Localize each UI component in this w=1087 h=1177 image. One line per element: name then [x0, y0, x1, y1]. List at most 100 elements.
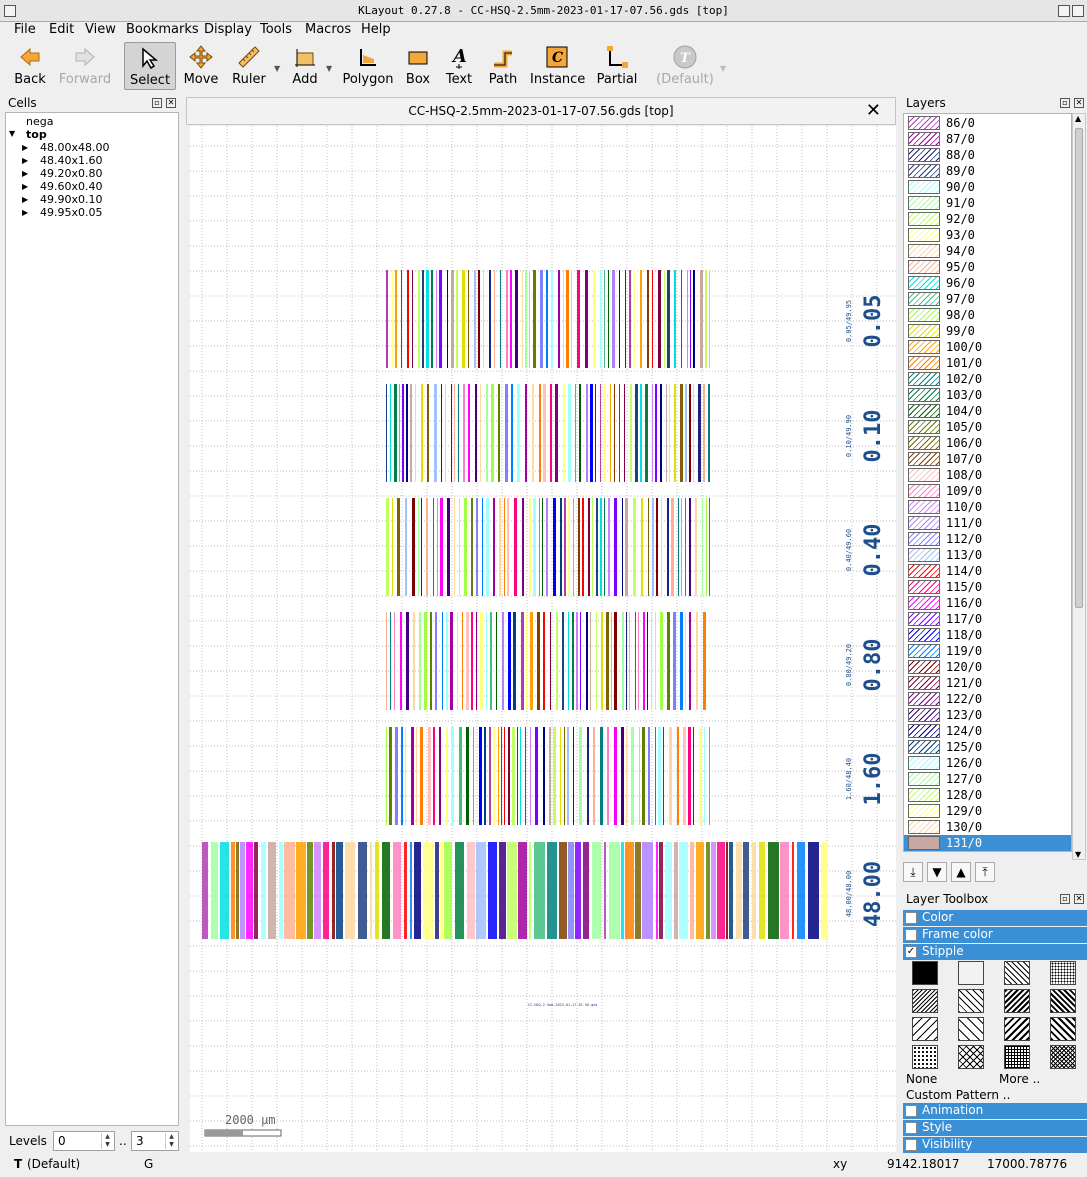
- close-panel-icon[interactable]: ✕: [166, 98, 176, 108]
- cell-top[interactable]: top: [26, 128, 47, 141]
- menu-help[interactable]: Help: [361, 22, 391, 37]
- instance-tool-button[interactable]: C Instance: [530, 42, 585, 90]
- expand-arrow-icon[interactable]: ▶: [22, 169, 28, 178]
- menu-view[interactable]: View: [85, 22, 116, 37]
- add-dropdown-icon[interactable]: ▼: [326, 64, 332, 73]
- layer-row[interactable]: 120/0: [904, 659, 1071, 675]
- expand-arrow-icon[interactable]: ▼: [9, 129, 15, 138]
- layer-row[interactable]: 107/0: [904, 451, 1071, 467]
- layer-row[interactable]: 86/0: [904, 115, 1071, 131]
- menu-display[interactable]: Display: [204, 22, 252, 37]
- layer-list-scrollbar[interactable]: ▲ ▼: [1072, 113, 1086, 860]
- checkbox-icon[interactable]: [905, 1139, 917, 1151]
- layer-row[interactable]: 88/0: [904, 147, 1071, 163]
- partial-tool-button[interactable]: Partial: [594, 42, 640, 90]
- checkbox-icon[interactable]: [905, 929, 917, 941]
- box-tool-button[interactable]: Box: [400, 42, 436, 90]
- layer-row[interactable]: 96/0: [904, 275, 1071, 291]
- layer-row[interactable]: 94/0: [904, 243, 1071, 259]
- stipple-swatch[interactable]: [1004, 961, 1030, 985]
- layer-row[interactable]: 129/0: [904, 803, 1071, 819]
- stipple-swatch[interactable]: [912, 961, 938, 985]
- stipple-swatch[interactable]: [958, 1045, 984, 1069]
- layer-row[interactable]: 105/0: [904, 419, 1071, 435]
- layer-row[interactable]: 91/0: [904, 195, 1071, 211]
- custom-pattern-button[interactable]: Custom Pattern ..: [906, 1088, 1010, 1102]
- layer-row[interactable]: 126/0: [904, 755, 1071, 771]
- menu-macros[interactable]: Macros: [305, 22, 351, 37]
- toolbox-stipple-section[interactable]: ✓ Stipple: [903, 944, 1087, 960]
- layer-row[interactable]: 89/0: [904, 163, 1071, 179]
- stipple-more-button[interactable]: More ..: [999, 1072, 1040, 1086]
- layer-row[interactable]: 106/0: [904, 435, 1071, 451]
- stipple-swatch[interactable]: [1050, 1045, 1076, 1069]
- stipple-swatch[interactable]: [912, 989, 938, 1013]
- scroll-down-icon[interactable]: ▼: [1075, 850, 1081, 859]
- layer-row[interactable]: 123/0: [904, 707, 1071, 723]
- menu-tools[interactable]: Tools: [260, 22, 292, 37]
- toolbox-color-section[interactable]: Color: [903, 910, 1087, 926]
- move-tool-button[interactable]: Move: [180, 42, 222, 90]
- layer-row[interactable]: 101/0: [904, 355, 1071, 371]
- levels-from-spinbox[interactable]: 0 ▲ ▼: [53, 1131, 115, 1151]
- layer-row[interactable]: 127/0: [904, 771, 1071, 787]
- menu-edit[interactable]: Edit: [49, 22, 74, 37]
- layer-row[interactable]: 114/0: [904, 563, 1071, 579]
- close-panel-icon[interactable]: ✕: [1074, 98, 1084, 108]
- move-layer-top-icon[interactable]: ⤒: [975, 862, 995, 882]
- layer-row[interactable]: 115/0: [904, 579, 1071, 595]
- close-window-icon[interactable]: [1072, 5, 1084, 17]
- cell-nega[interactable]: nega: [26, 115, 53, 128]
- move-layer-down-icon[interactable]: ▼: [927, 862, 947, 882]
- layer-row[interactable]: 92/0: [904, 211, 1071, 227]
- stipple-swatch[interactable]: [1050, 1017, 1076, 1041]
- spin-arrows-icon[interactable]: ▲ ▼: [101, 1133, 113, 1149]
- layer-row[interactable]: 112/0: [904, 531, 1071, 547]
- menu-bookmarks[interactable]: Bookmarks: [126, 22, 199, 37]
- select-tool-button[interactable]: Select: [124, 42, 176, 90]
- cell-item[interactable]: 48.40x1.60: [40, 154, 103, 167]
- layer-row[interactable]: 122/0: [904, 691, 1071, 707]
- layer-row[interactable]: 118/0: [904, 627, 1071, 643]
- stipple-swatch[interactable]: [1004, 1045, 1030, 1069]
- layer-row[interactable]: 90/0: [904, 179, 1071, 195]
- checkbox-icon[interactable]: ✓: [905, 946, 917, 958]
- layer-row[interactable]: 130/0: [904, 819, 1071, 835]
- float-panel-icon[interactable]: ▫: [1060, 894, 1070, 904]
- layer-row[interactable]: 113/0: [904, 547, 1071, 563]
- cell-item[interactable]: 48.00x48.00: [40, 141, 110, 154]
- layer-row[interactable]: 111/0: [904, 515, 1071, 531]
- default-text-style-button[interactable]: T (Default): [656, 42, 714, 90]
- stipple-swatch[interactable]: [958, 961, 984, 985]
- float-panel-icon[interactable]: ▫: [1060, 98, 1070, 108]
- layer-row[interactable]: 109/0: [904, 483, 1071, 499]
- layer-row[interactable]: 104/0: [904, 403, 1071, 419]
- toolbox-animation-section[interactable]: Animation: [903, 1103, 1087, 1119]
- layout-canvas[interactable]: 0.05 0.05/49.95 0.10 0.10/49.90 0.40 0.40/49.…: [190, 126, 896, 1152]
- expand-arrow-icon[interactable]: ▶: [22, 143, 28, 152]
- default-dropdown-icon[interactable]: ▼: [720, 64, 726, 73]
- layer-row[interactable]: 99/0: [904, 323, 1071, 339]
- expand-arrow-icon[interactable]: ▶: [22, 208, 28, 217]
- layer-row[interactable]: 103/0: [904, 387, 1071, 403]
- layer-row[interactable]: 98/0: [904, 307, 1071, 323]
- stipple-swatch[interactable]: [912, 1045, 938, 1069]
- polygon-tool-button[interactable]: Polygon: [342, 42, 394, 90]
- toolbox-frame-color-section[interactable]: Frame color: [903, 927, 1087, 943]
- layer-row[interactable]: 116/0: [904, 595, 1071, 611]
- layout-view[interactable]: 0.05 0.05/49.95 0.10 0.10/49.90 0.40 0.40/49.…: [190, 126, 896, 1152]
- stipple-swatch[interactable]: [958, 1017, 984, 1041]
- layer-row[interactable]: 108/0: [904, 467, 1071, 483]
- stipple-swatch[interactable]: [912, 1017, 938, 1041]
- stipple-swatch[interactable]: [958, 989, 984, 1013]
- checkbox-icon[interactable]: [905, 912, 917, 924]
- layer-row[interactable]: 117/0: [904, 611, 1071, 627]
- stipple-none-button[interactable]: None: [906, 1072, 937, 1086]
- menu-file[interactable]: File: [14, 22, 36, 37]
- move-layer-up-icon[interactable]: ▲: [951, 862, 971, 882]
- float-panel-icon[interactable]: ▫: [152, 98, 162, 108]
- layer-row[interactable]: 121/0: [904, 675, 1071, 691]
- checkbox-icon[interactable]: [905, 1122, 917, 1134]
- expand-arrow-icon[interactable]: ▶: [22, 156, 28, 165]
- maximize-icon[interactable]: [1058, 5, 1070, 17]
